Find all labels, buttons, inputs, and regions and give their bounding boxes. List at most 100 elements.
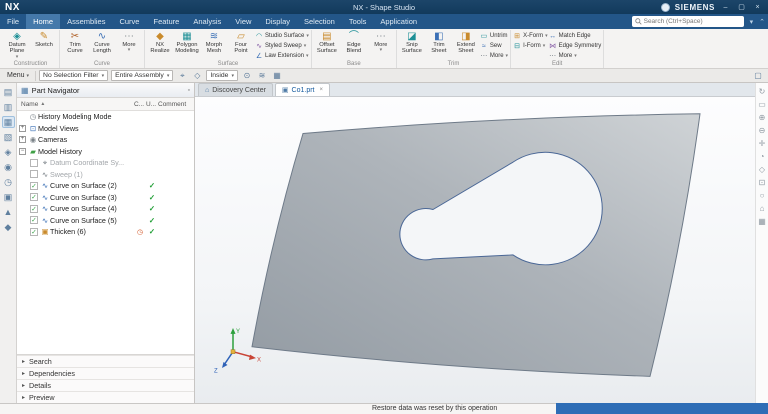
polygon-modeling-button[interactable]: ▦ Polygon Modeling	[174, 30, 200, 60]
trim-sheet-button[interactable]: ◧ Trim Sheet	[426, 30, 452, 60]
assembly-navigator-icon[interactable]: ▤	[2, 86, 15, 98]
tab-tools[interactable]: Tools	[342, 14, 374, 29]
more-base-button[interactable]: ⋯ More ▾	[368, 30, 394, 60]
selection-scope-dropdown[interactable]: Entire Assembly ▾	[111, 70, 173, 81]
tab-feature[interactable]: Feature	[146, 14, 186, 29]
tree-row-curve-on-surface-3[interactable]: ✓ ∿ Curve on Surface (3) ✓	[17, 192, 194, 204]
account-icon[interactable]	[661, 3, 670, 12]
tab-application[interactable]: Application	[373, 14, 424, 29]
snap-scope-dropdown[interactable]: Inside ▾	[206, 70, 238, 81]
zoom-in-icon[interactable]: ⊕	[759, 113, 766, 122]
panel-detach-icon[interactable]: ▫	[188, 87, 190, 94]
edge-blend-button[interactable]: ⌒ Edge Blend	[341, 30, 367, 60]
extend-sheet-button[interactable]: ◨ Extend Sheet	[453, 30, 479, 60]
selection-filter-dropdown[interactable]: No Selection Filter ▾	[39, 70, 108, 81]
sketch-button[interactable]: ✎ Sketch	[31, 30, 57, 60]
close-button[interactable]: ×	[752, 4, 763, 11]
tab-part-file[interactable]: ▣ Co1.prt ×	[275, 83, 330, 96]
more-edit-button[interactable]: ⋯ More ▾	[549, 52, 602, 60]
history-icon[interactable]: ◷	[2, 176, 15, 188]
suppress-checkbox-checked[interactable]: ✓	[30, 182, 38, 190]
untrim-button[interactable]: ▭ Untrim	[480, 32, 508, 40]
part-navigator-icon[interactable]: ▦	[2, 116, 15, 128]
tree-row-curve-on-surface-5[interactable]: ✓ ∿ Curve on Surface (5) ✓	[17, 215, 194, 227]
snap-point-icon[interactable]: ⌖	[176, 71, 188, 81]
search-input[interactable]	[644, 18, 736, 25]
section-details[interactable]: ▸ Details	[17, 379, 194, 391]
hd3d-tools-icon[interactable]: ◈	[2, 146, 15, 158]
process-studio-icon[interactable]: ▣	[2, 191, 15, 203]
grid-snap-icon[interactable]: ▦	[271, 71, 283, 80]
four-point-surface-button[interactable]: ▱ Four Point Surface	[228, 30, 254, 60]
x-form-button[interactable]: ⊞ X-Form ▾	[513, 32, 548, 40]
shaded-style-icon[interactable]: ⊡	[759, 178, 766, 187]
zoom-out-icon[interactable]: ⊖	[759, 126, 766, 135]
tree-row-sweep[interactable]: ∿ Sweep (1)	[17, 169, 194, 181]
tab-home[interactable]: Home	[26, 14, 60, 29]
expand-icon[interactable]: +	[19, 125, 26, 132]
reuse-library-icon[interactable]: ▧	[2, 131, 15, 143]
section-search[interactable]: ▸ Search	[17, 355, 194, 367]
highlight-icon[interactable]: ◇	[191, 71, 203, 80]
section-preview[interactable]: ▸ Preview	[17, 391, 194, 403]
tab-curve[interactable]: Curve	[112, 14, 146, 29]
column-u[interactable]: U...	[146, 101, 158, 108]
edge-symmetry-button[interactable]: ⋈ Edge Symmetry	[549, 42, 602, 50]
suppress-checkbox-checked[interactable]: ✓	[30, 193, 38, 201]
point-on-curve-icon[interactable]: ⊙	[241, 71, 253, 80]
snip-surface-button[interactable]: ◪ Snip Surface	[399, 30, 425, 60]
tree-row-curve-on-surface-4[interactable]: ✓ ∿ Curve on Surface (4) ✓	[17, 203, 194, 215]
maximize-button[interactable]: ▢	[736, 3, 747, 11]
i-form-button[interactable]: ⊟ I-Form ▾	[513, 42, 548, 50]
tab-file[interactable]: File	[0, 14, 26, 29]
close-tab-icon[interactable]: ×	[320, 87, 324, 93]
suppress-checkbox-checked[interactable]: ✓	[30, 216, 38, 224]
ribbon-options-icon[interactable]: ▾	[747, 18, 757, 26]
sew-button[interactable]: ≈ Sew	[480, 42, 508, 50]
minimize-button[interactable]: –	[720, 4, 731, 11]
refresh-view-icon[interactable]: ↻	[759, 87, 766, 96]
minimize-ribbon-icon[interactable]: ⌃	[756, 18, 768, 26]
law-extension-button[interactable]: ∠ Law Extension ▾	[255, 52, 309, 60]
collapse-icon[interactable]: −	[19, 148, 26, 155]
menu-button[interactable]: Menu ▾	[4, 72, 32, 79]
curve-length-button[interactable]: ∿ Curve Length	[89, 30, 115, 60]
pan-icon[interactable]: ✛	[759, 139, 766, 148]
tree-row-curve-on-surface-2[interactable]: ✓ ∿ Curve on Surface (2) ✓	[17, 180, 194, 192]
morph-mesh-button[interactable]: ≋ Morph Mesh	[201, 30, 227, 60]
studio-surface-button[interactable]: ◠ Studio Surface ▾	[255, 32, 309, 40]
tab-discovery-center[interactable]: ⌂ Discovery Center	[198, 83, 273, 96]
roles-icon[interactable]: ▲	[2, 206, 15, 218]
datum-plane-button[interactable]: ◈ Datum Plane ▾	[4, 30, 30, 60]
intersection-point-icon[interactable]: ≋	[256, 71, 268, 80]
trim-curve-button[interactable]: ✂ Trim Curve	[62, 30, 88, 60]
web-browser-icon[interactable]: ◉	[2, 161, 15, 173]
tab-display[interactable]: Display	[258, 14, 297, 29]
offset-surface-button[interactable]: ▤ Offset Surface	[314, 30, 340, 60]
match-edge-button[interactable]: ↔ Match Edge	[549, 32, 602, 40]
tab-selection[interactable]: Selection	[297, 14, 342, 29]
command-search[interactable]	[632, 16, 744, 27]
column-name[interactable]: Name	[21, 101, 38, 108]
expand-icon[interactable]: +	[19, 136, 26, 143]
more-curve-button[interactable]: ⋯ More ▾	[116, 30, 142, 60]
rotate-view-icon[interactable]: ◔	[760, 152, 765, 161]
styled-sweep-button[interactable]: ∿ Styled Sweep ▾	[255, 42, 309, 50]
tab-assemblies[interactable]: Assemblies	[60, 14, 112, 29]
window-layout-icon[interactable]: ▢	[752, 71, 764, 80]
home-view-icon[interactable]: ⌂	[760, 204, 765, 213]
3d-canvas[interactable]: Y X Z	[195, 97, 755, 403]
suppress-checkbox-checked[interactable]: ✓	[30, 228, 38, 236]
suppress-checkbox-unchecked[interactable]	[30, 170, 38, 178]
tree-row-thicken[interactable]: ✓ ▣ Thicken (6) ◷ ✓	[17, 226, 194, 238]
tree-row-history-mode[interactable]: ◷ History Modeling Mode	[17, 111, 194, 123]
section-dependencies[interactable]: ▸ Dependencies	[17, 367, 194, 379]
wireframe-style-icon[interactable]: ○	[760, 191, 765, 200]
fit-view-icon[interactable]: ▭	[758, 100, 766, 109]
column-comment[interactable]: Comment	[158, 101, 194, 108]
tree-row-datum-csys[interactable]: ⌖ Datum Coordinate Sy...	[17, 157, 194, 169]
nx-realize-shape-button[interactable]: ◆ NX Realize Shape	[147, 30, 173, 60]
tree-row-model-history[interactable]: − ▰ Model History	[17, 146, 194, 158]
suppress-checkbox-unchecked[interactable]	[30, 159, 38, 167]
column-c[interactable]: C...	[134, 101, 146, 108]
